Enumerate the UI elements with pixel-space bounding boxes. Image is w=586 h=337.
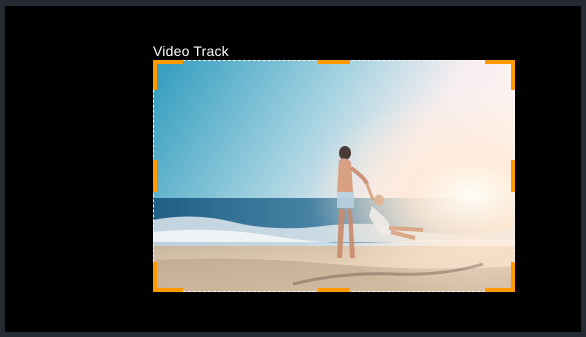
- top-left-handle-horizontal[interactable]: [153, 60, 183, 64]
- bottom-center-handle[interactable]: [318, 288, 350, 292]
- left-middle-handle[interactable]: [153, 160, 157, 192]
- bottom-right-handle-vertical[interactable]: [511, 262, 515, 292]
- video-clip-thumbnail[interactable]: [153, 60, 515, 292]
- bottom-left-handle-horizontal[interactable]: [153, 288, 183, 292]
- top-left-handle-vertical[interactable]: [153, 60, 157, 90]
- top-center-handle[interactable]: [318, 60, 350, 64]
- right-middle-handle[interactable]: [511, 160, 515, 192]
- video-track-label: Video Track: [153, 43, 229, 59]
- top-right-handle-vertical[interactable]: [511, 60, 515, 90]
- bottom-left-handle-vertical[interactable]: [153, 262, 157, 292]
- preview-window: Video Track: [0, 0, 586, 337]
